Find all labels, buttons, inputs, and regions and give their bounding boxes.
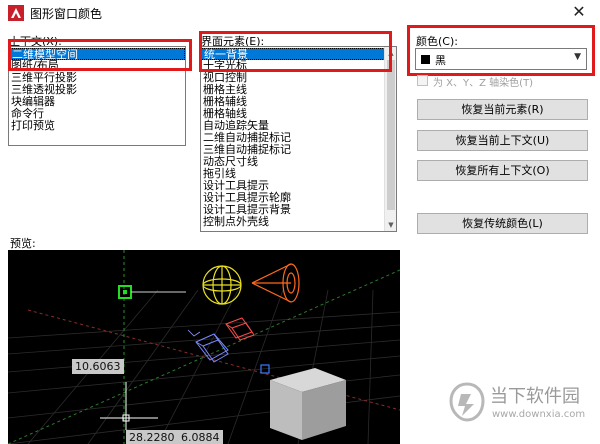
preview-scene bbox=[8, 250, 400, 444]
context-listbox[interactable]: 二维模型空间 图纸/布局 三维平行投影 三维透视投影 块编辑器 命令行 打印预览 bbox=[8, 46, 186, 146]
tint-axes-label: 为 X、Y、Z 轴染色(T) bbox=[433, 78, 534, 89]
window-title: 图形窗口颜色 bbox=[30, 7, 103, 21]
scroll-down-icon[interactable]: ▼ bbox=[385, 219, 396, 231]
scroll-up-icon[interactable]: ▲ bbox=[385, 47, 396, 59]
interface-listbox[interactable]: 统一背景 十字光标 视口控制 栅格主线 栅格辅线 栅格轴线 自动追踪矢量 二维自… bbox=[200, 46, 397, 232]
title-bar: 图形窗口颜色 ✕ bbox=[0, 0, 600, 26]
autocad-app-icon bbox=[8, 5, 24, 21]
coord-y-input: 6.0884 bbox=[178, 430, 223, 444]
restore-all-button[interactable]: 恢复所有上下文(O) bbox=[417, 160, 588, 181]
color-dropdown[interactable]: 黑 ▼ bbox=[415, 48, 587, 70]
restore-context-button[interactable]: 恢复当前上下文(U) bbox=[417, 130, 588, 151]
interface-scrollbar[interactable]: ▲ ▼ bbox=[384, 47, 396, 231]
restore-classic-button[interactable]: 恢复传统颜色(L) bbox=[417, 213, 588, 234]
list-item[interactable]: 控制点外壳线 bbox=[201, 216, 385, 228]
color-swatch bbox=[421, 55, 430, 64]
coord-x-input: 28.2280 bbox=[126, 430, 178, 444]
chevron-down-icon[interactable]: ▼ bbox=[574, 52, 581, 62]
dimension-input: 10.6063 bbox=[72, 359, 124, 374]
preview-label: 预览: bbox=[10, 237, 36, 250]
tint-axes-checkbox[interactable] bbox=[417, 75, 428, 86]
restore-element-button[interactable]: 恢复当前元素(R) bbox=[417, 99, 588, 120]
list-item[interactable]: 打印预览 bbox=[9, 120, 185, 132]
watermark-logo-icon bbox=[449, 382, 485, 422]
color-value: 黑 bbox=[435, 54, 446, 67]
watermark: 当下软件园 www.downxia.com bbox=[448, 378, 598, 428]
scroll-thumb[interactable] bbox=[387, 60, 395, 210]
watermark-title: 当下软件园 bbox=[490, 386, 580, 407]
watermark-url: www.downxia.com bbox=[492, 409, 586, 420]
close-icon[interactable]: ✕ bbox=[568, 1, 590, 23]
preview-viewport: 10.6063 28.2280 6.0884 bbox=[8, 250, 400, 444]
color-label: 颜色(C): bbox=[416, 35, 458, 48]
